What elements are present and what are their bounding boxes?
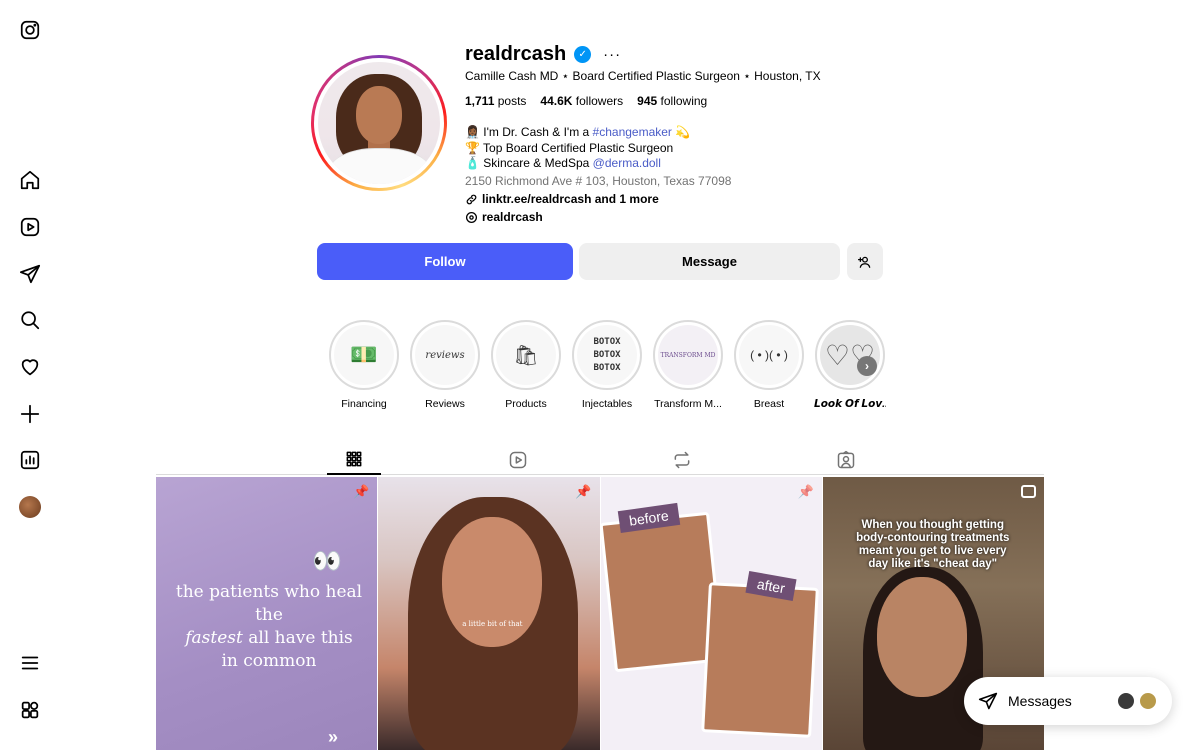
message-button[interactable]: Message xyxy=(579,243,840,280)
tab-tagged[interactable] xyxy=(819,445,873,475)
reel-caption: When you thought getting body-contouring… xyxy=(856,519,1010,570)
tagged-person-icon xyxy=(837,450,855,469)
highlight-label: Financing xyxy=(341,398,387,410)
post-tile[interactable]: 📌 a little bit of that xyxy=(378,477,600,750)
profile-bio: 👩🏾‍⚕️ I'm Dr. Cash & I'm a #changemaker … xyxy=(465,125,691,170)
notifications-heart-icon[interactable] xyxy=(18,355,42,379)
pinned-icon: 📌 xyxy=(575,484,592,499)
username-row: realdrcash ✓ ··· xyxy=(465,42,621,66)
highlight-thumbnail: 🛍 xyxy=(496,325,556,385)
add-person-icon xyxy=(858,256,871,268)
profile-picture xyxy=(318,62,440,184)
home-icon[interactable] xyxy=(18,168,42,192)
dashboard-icon[interactable] xyxy=(18,448,42,472)
eyes-emoji: 👀 xyxy=(312,548,342,575)
tab-posts[interactable] xyxy=(327,445,381,475)
highlight-thumbnail: TRANSFORM MD xyxy=(658,325,718,385)
suggested-users-button[interactable] xyxy=(847,243,883,280)
profile-address: 2150 Richmond Ave # 103, Houston, Texas … xyxy=(465,174,732,188)
posts-stat: 1,711 posts xyxy=(465,94,527,108)
highlight-thumbnail: 💵 xyxy=(334,325,394,385)
highlight-label: 𝙇𝙤𝙤𝙠 𝙊𝙛 𝙇𝙤𝙫... xyxy=(814,398,886,410)
profile-stats: 1,711 posts 44.6K followers 945 followin… xyxy=(465,94,707,108)
left-nav-rail xyxy=(0,0,60,750)
highlight-financing[interactable]: 💵 Financing xyxy=(328,320,400,410)
post-grid: 📌 👀 the patients who heal the fastest al… xyxy=(156,477,1044,750)
followers-stat[interactable]: 44.6K followers xyxy=(540,94,623,108)
avatar xyxy=(19,496,41,518)
highlight-thumbnail: ♡♡ xyxy=(820,325,880,385)
pinned-icon: 📌 xyxy=(353,484,370,499)
profile-picture-story-ring[interactable] xyxy=(311,55,447,191)
username: realdrcash xyxy=(465,42,567,65)
tab-reposts[interactable] xyxy=(655,445,709,475)
post-caption: a little bit of that xyxy=(462,620,523,628)
pinned-icon: 📌 xyxy=(797,484,814,499)
highlight-label: Injectables xyxy=(581,398,633,410)
tab-reels[interactable] xyxy=(491,445,545,475)
highlight-label: Reviews xyxy=(425,398,465,410)
highlight-label: Breast xyxy=(753,398,785,410)
highlights-next-chevron-icon[interactable]: › xyxy=(857,356,877,376)
reels-icon xyxy=(509,451,527,469)
post-text: the patients who heal the fastest all ha… xyxy=(175,582,363,671)
following-stat[interactable]: 945 following xyxy=(637,94,707,108)
link-icon xyxy=(466,194,477,204)
highlight-reviews[interactable]: reviews Reviews xyxy=(409,320,481,410)
follow-button[interactable]: Follow xyxy=(317,243,573,280)
profile-link[interactable]: linktr.ee/realdrcash and 1 more xyxy=(465,192,659,206)
grid-icon xyxy=(346,451,362,467)
mention-link[interactable]: @derma.doll xyxy=(593,156,661,170)
avatar xyxy=(1116,691,1136,711)
highlight-transform-md[interactable]: TRANSFORM MD Transform M... xyxy=(652,320,724,410)
profile-fullname: Camille Cash MD ⋆ Board Certified Plasti… xyxy=(465,69,821,83)
messages-label: Messages xyxy=(1008,693,1072,709)
create-plus-icon[interactable] xyxy=(18,402,42,426)
instagram-logo-icon[interactable] xyxy=(18,18,42,42)
highlight-thumbnail: reviews xyxy=(415,325,475,385)
profile-avatar-icon[interactable] xyxy=(18,495,42,519)
reel-indicator-icon xyxy=(1021,485,1036,498)
more-options-icon[interactable]: ··· xyxy=(603,46,621,63)
highlight-thumbnail: ( • )( • ) xyxy=(739,325,799,385)
direct-messages-icon[interactable] xyxy=(18,262,42,286)
threads-icon xyxy=(465,211,478,223)
direct-messages-icon xyxy=(978,692,998,710)
highlight-thumbnail: BOTOX BOTOX BOTOX xyxy=(577,325,637,385)
double-chevron-icon: » xyxy=(328,727,339,747)
highlight-breast[interactable]: ( • )( • ) Breast xyxy=(733,320,805,410)
highlight-label: Transform M... xyxy=(654,398,722,410)
avatar xyxy=(1138,691,1158,711)
reels-icon[interactable] xyxy=(18,215,42,239)
menu-icon[interactable] xyxy=(18,651,42,675)
verified-badge-icon: ✓ xyxy=(574,45,592,63)
hashtag-link[interactable]: #changemaker xyxy=(593,125,672,139)
post-tile[interactable]: 📌 👀 the patients who heal the fastest al… xyxy=(156,477,378,750)
threads-link[interactable]: realdrcash xyxy=(465,210,543,224)
search-icon[interactable] xyxy=(18,308,42,332)
highlight-products[interactable]: 🛍 Products xyxy=(490,320,562,410)
messages-button[interactable]: Messages xyxy=(964,677,1172,725)
repost-icon xyxy=(674,451,690,469)
tabs-divider xyxy=(156,474,1044,475)
also-from-meta-icon[interactable] xyxy=(18,698,42,722)
post-tile[interactable]: 📌 before after xyxy=(600,477,822,750)
highlight-injectables[interactable]: BOTOX BOTOX BOTOX Injectables xyxy=(571,320,643,410)
highlight-label: Products xyxy=(505,398,547,410)
